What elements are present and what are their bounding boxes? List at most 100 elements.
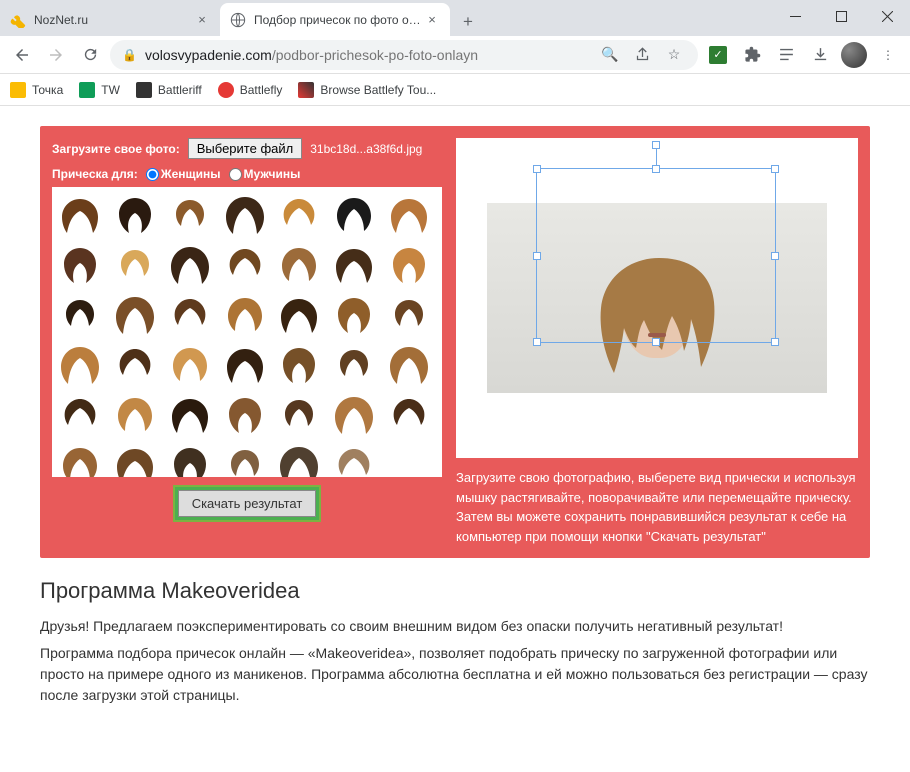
close-icon[interactable]: ×: [424, 12, 440, 28]
reading-list-icon[interactable]: [772, 41, 800, 69]
forward-button: [42, 41, 70, 69]
hairstyle-thumbnail[interactable]: [221, 341, 269, 389]
hairstyle-thumbnail[interactable]: [330, 191, 378, 239]
resize-handle[interactable]: [771, 338, 779, 346]
hairstyle-thumbnail[interactable]: [330, 291, 378, 339]
close-window-button[interactable]: [864, 0, 910, 32]
hairstyle-thumbnail[interactable]: [166, 441, 214, 477]
choose-file-button[interactable]: Выберите файл: [188, 138, 302, 159]
hair-icon: [388, 294, 430, 336]
hairstyle-thumbnail[interactable]: [221, 441, 269, 477]
hairstyle-thumbnail[interactable]: [275, 191, 323, 239]
hairstyle-thumbnail[interactable]: [166, 341, 214, 389]
share-icon[interactable]: [630, 43, 654, 67]
resize-handle[interactable]: [533, 252, 541, 260]
extension-check-icon[interactable]: ✓: [704, 41, 732, 69]
search-icon[interactable]: 🔍: [598, 43, 622, 67]
resize-handle[interactable]: [533, 165, 541, 173]
bookmark-star-icon[interactable]: ☆: [662, 43, 686, 67]
article-paragraph: Программа подбора причесок онлайн — «Mak…: [40, 643, 870, 706]
rotate-handle[interactable]: [652, 141, 660, 149]
hairstyle-thumbnail[interactable]: [385, 341, 433, 389]
hairstyle-thumbnail[interactable]: [111, 241, 159, 289]
hairstyle-thumbnail[interactable]: [111, 191, 159, 239]
minimize-button[interactable]: [772, 0, 818, 32]
hairstyle-thumbnail[interactable]: [275, 441, 323, 477]
hairstyle-thumbnail[interactable]: [385, 391, 433, 439]
hairstyle-thumbnail[interactable]: [111, 441, 159, 477]
resize-handle[interactable]: [533, 338, 541, 346]
hairstyle-thumbnail[interactable]: [330, 441, 378, 477]
maximize-button[interactable]: [818, 0, 864, 32]
hairstyle-thumbnail[interactable]: [56, 441, 104, 477]
hair-icon: [169, 344, 211, 386]
hair-icon: [333, 194, 375, 236]
preview-panel[interactable]: [456, 138, 858, 458]
hairstyle-thumbnail[interactable]: [275, 241, 323, 289]
browser-tab-inactive[interactable]: NozNet.ru ×: [0, 3, 220, 36]
hairstyle-thumbnail[interactable]: [275, 341, 323, 389]
hairstyle-thumbnail[interactable]: [111, 341, 159, 389]
hairstyle-thumbnail[interactable]: [330, 391, 378, 439]
hair-icon: [388, 344, 430, 386]
hairstyle-thumbnail[interactable]: [56, 291, 104, 339]
hair-icon: [59, 194, 101, 236]
hairstyle-thumbnail[interactable]: [275, 291, 323, 339]
menu-icon[interactable]: ⋮: [874, 41, 902, 69]
new-tab-button[interactable]: +: [454, 8, 482, 36]
hairstyle-thumbnail[interactable]: [166, 191, 214, 239]
reload-button[interactable]: [76, 41, 104, 69]
page-content[interactable]: Загрузите свое фото: Выберите файл 31bc1…: [0, 106, 910, 772]
hair-icon: [169, 244, 211, 286]
extensions-icon[interactable]: [738, 41, 766, 69]
hair-icon: [278, 294, 320, 336]
hairstyle-thumbnail[interactable]: [56, 191, 104, 239]
hair-icon: [114, 344, 156, 386]
profile-avatar[interactable]: [840, 41, 868, 69]
back-button[interactable]: [8, 41, 36, 69]
resize-handle[interactable]: [652, 338, 660, 346]
hairstyle-thumbnail[interactable]: [221, 191, 269, 239]
hairstyle-thumbnail[interactable]: [56, 241, 104, 289]
hairstyle-thumbnail[interactable]: [166, 391, 214, 439]
gender-male-option[interactable]: Мужчины: [229, 167, 301, 181]
hairstyle-thumbnail[interactable]: [385, 291, 433, 339]
radio-female[interactable]: [146, 168, 159, 181]
hairstyle-thumbnail[interactable]: [330, 341, 378, 389]
hairstyle-thumbnail[interactable]: [330, 241, 378, 289]
bookmark-item[interactable]: Browse Battlefy Tou...: [298, 82, 436, 98]
bookmark-item[interactable]: TW: [79, 82, 120, 98]
hairstyle-thumbnail[interactable]: [385, 241, 433, 289]
bookmark-item[interactable]: Battleriff: [136, 82, 202, 98]
resize-handle[interactable]: [771, 252, 779, 260]
hairstyle-thumbnail[interactable]: [111, 291, 159, 339]
hair-icon: [388, 244, 430, 286]
hair-icon: [278, 344, 320, 386]
hairstyle-thumbnail[interactable]: [166, 291, 214, 339]
hairstyle-thumbnail[interactable]: [385, 191, 433, 239]
resize-handle[interactable]: [652, 165, 660, 173]
bookmark-item[interactable]: Battlefly: [218, 82, 283, 98]
hair-icon: [224, 344, 266, 386]
radio-male[interactable]: [229, 168, 242, 181]
gender-female-option[interactable]: Женщины: [146, 167, 221, 181]
hairstyle-thumbnail[interactable]: [56, 391, 104, 439]
selection-box[interactable]: [536, 168, 776, 343]
hairstyle-grid[interactable]: [52, 187, 442, 477]
hairstyle-thumbnail[interactable]: [221, 291, 269, 339]
address-bar[interactable]: 🔒 volosvypadenie.com/podbor-prichesok-po…: [110, 40, 698, 70]
hair-icon: [224, 294, 266, 336]
hairstyle-thumbnail[interactable]: [275, 391, 323, 439]
download-result-button[interactable]: Скачать результат: [175, 487, 320, 520]
hairstyle-thumbnail[interactable]: [166, 241, 214, 289]
bookmark-item[interactable]: Точка: [10, 82, 63, 98]
hair-icon: [278, 444, 320, 477]
close-icon[interactable]: ×: [194, 12, 210, 28]
download-icon[interactable]: [806, 41, 834, 69]
hairstyle-thumbnail[interactable]: [221, 241, 269, 289]
hairstyle-thumbnail[interactable]: [221, 391, 269, 439]
browser-tab-active[interactable]: Подбор причесок по фото онла ×: [220, 3, 450, 36]
hairstyle-thumbnail[interactable]: [56, 341, 104, 389]
hairstyle-thumbnail[interactable]: [111, 391, 159, 439]
resize-handle[interactable]: [771, 165, 779, 173]
